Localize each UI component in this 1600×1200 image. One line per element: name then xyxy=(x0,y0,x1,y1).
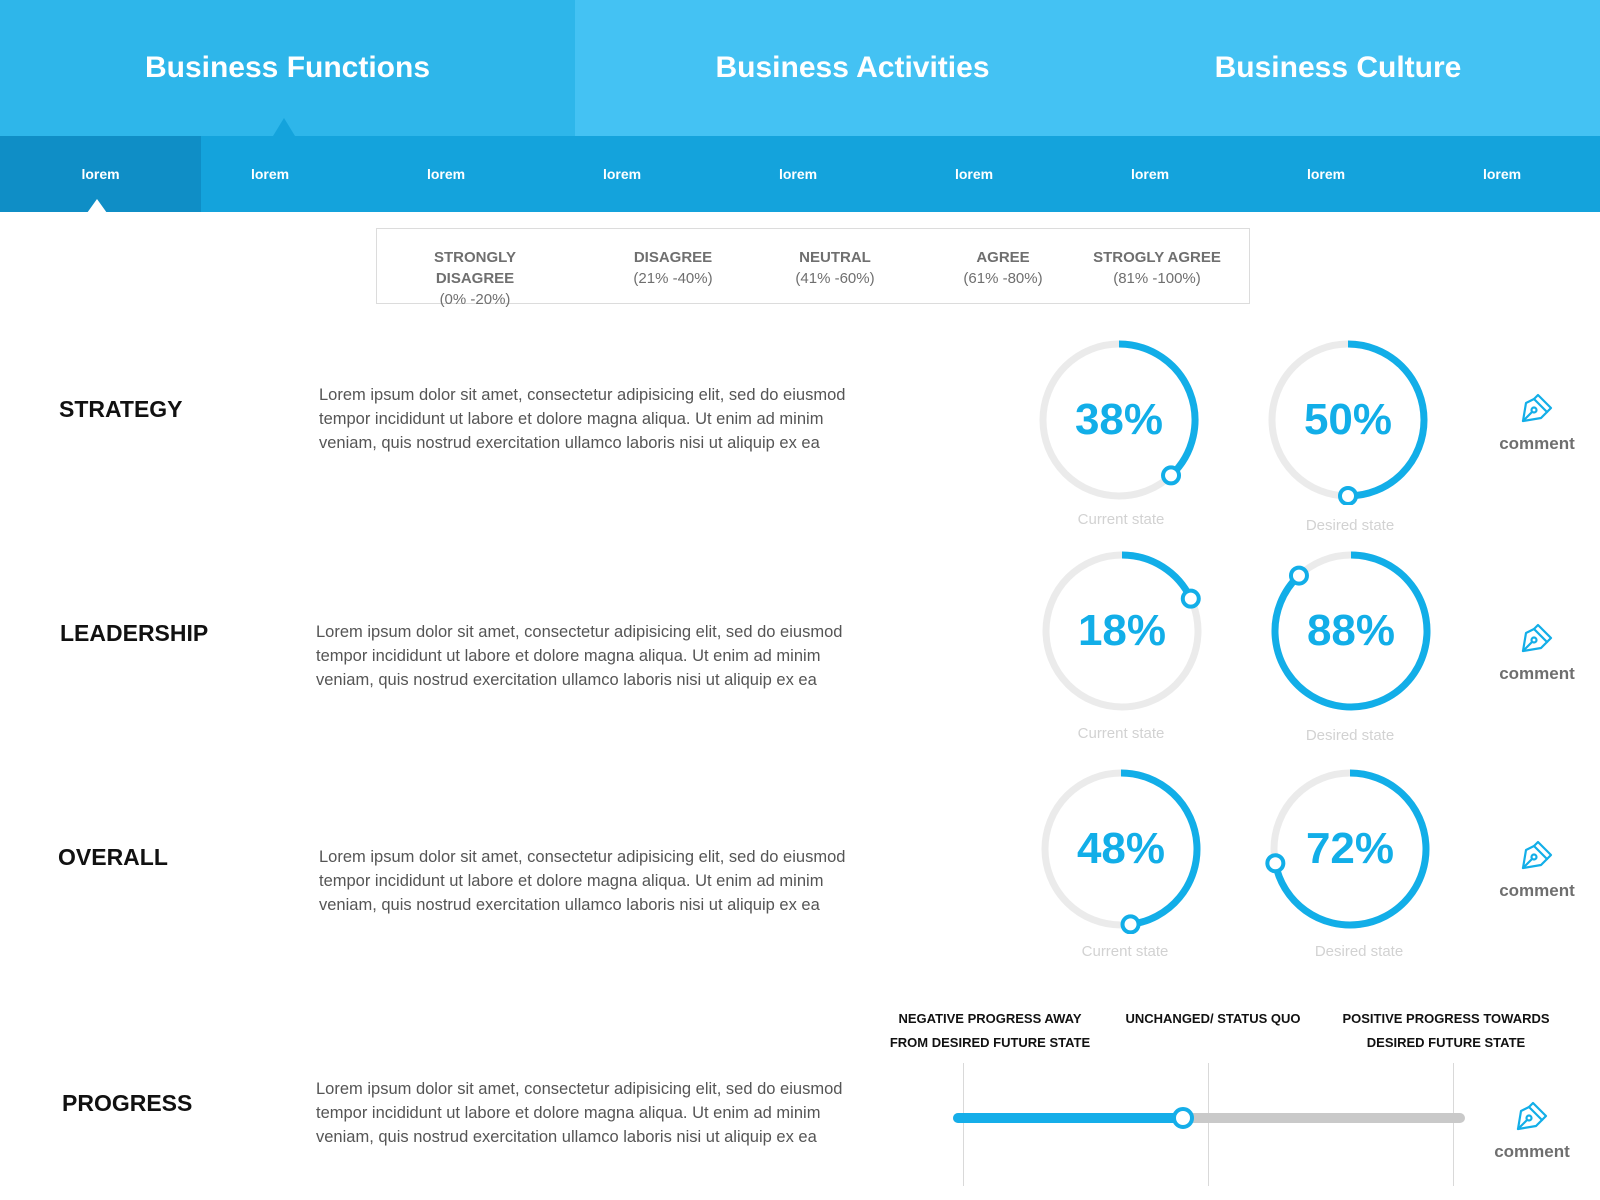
legend-range: (21% -40%) xyxy=(633,270,713,287)
gauge-overall-desired: 72% xyxy=(1265,764,1435,934)
gauge-caption: Current state xyxy=(1077,725,1165,742)
legend-label: DISAGREE xyxy=(633,249,713,266)
active-tab-indicator xyxy=(273,118,295,136)
legend-label: STRONGLY DISAGREE xyxy=(434,249,516,287)
gauge-value: 48% xyxy=(1076,824,1166,873)
comment-label: comment xyxy=(1499,664,1575,683)
pen-nib-icon xyxy=(1521,623,1553,653)
tab-business-culture[interactable]: Business Culture xyxy=(1130,0,1546,136)
pen-nib-icon xyxy=(1521,840,1553,870)
gauge-strategy-desired: 50% xyxy=(1263,335,1433,505)
progress-header-line: DESIRED FUTURE STATE xyxy=(1366,1035,1526,1050)
legend-disagree: DISAGREE (21% -40%) xyxy=(593,247,753,289)
legend-label: AGREE xyxy=(976,249,1030,266)
progress-divider xyxy=(1208,1063,1209,1186)
progress-slider-handle[interactable] xyxy=(1172,1107,1194,1129)
gauge-value: 72% xyxy=(1305,824,1395,873)
progress-header-line: FROM DESIRED FUTURE STATE xyxy=(889,1035,1091,1050)
row-description: Lorem ipsum dolor sit amet, consectetur … xyxy=(316,1080,843,1146)
active-sub-tab-indicator xyxy=(87,199,107,213)
legend-range: (81% -100%) xyxy=(1113,270,1201,287)
gauge-value: 18% xyxy=(1077,606,1167,655)
legend-label: NEUTRAL xyxy=(799,249,871,266)
row-label-progress: PROGRESS xyxy=(62,1090,193,1116)
gauge-leadership-desired: 88% xyxy=(1266,546,1436,716)
comment-label: comment xyxy=(1499,881,1575,900)
comment-button-strategy[interactable]: comment xyxy=(1487,390,1587,454)
row-description: Lorem ipsum dolor sit amet, consectetur … xyxy=(319,848,846,914)
progress-header-positive: POSITIVE PROGRESS TOWARDS DESIRED FUTURE… xyxy=(1331,1007,1561,1055)
row-label-leadership: LEADERSHIP xyxy=(60,620,209,646)
progress-header-line: POSITIVE PROGRESS TOWARDS xyxy=(1342,1011,1550,1026)
sub-tab-9[interactable]: lorem xyxy=(1414,136,1590,212)
sub-tab-3[interactable]: lorem xyxy=(358,136,534,212)
progress-header-line: NEGATIVE PROGRESS AWAY xyxy=(898,1011,1082,1026)
gauge-leadership-current: 18% xyxy=(1037,546,1207,716)
row-description: Lorem ipsum dolor sit amet, consectetur … xyxy=(316,623,843,689)
gauge-value: 88% xyxy=(1306,606,1396,655)
comment-label: comment xyxy=(1494,1142,1570,1161)
gauge-caption: Desired state xyxy=(1314,943,1404,960)
pen-nib-icon xyxy=(1521,393,1553,423)
legend-range: (61% -80%) xyxy=(963,270,1043,287)
row-label-overall: OVERALL xyxy=(58,844,168,870)
row-label-strategy: STRATEGY xyxy=(59,396,183,422)
sub-tab-bar: lorem lorem lorem lorem lorem lorem lore… xyxy=(0,136,1600,212)
sub-tab-2[interactable]: lorem xyxy=(182,136,358,212)
comment-button-leadership[interactable]: comment xyxy=(1487,620,1587,684)
gauge-strategy-current: 38% xyxy=(1034,335,1204,505)
gauge-caption: Desired state xyxy=(1305,517,1395,534)
sub-tab-8[interactable]: lorem xyxy=(1238,136,1414,212)
pen-nib-icon xyxy=(1516,1101,1548,1131)
legend-strongly-agree: STROGLY AGREE (81% -100%) xyxy=(1077,247,1237,289)
legend-range: (0% -20%) xyxy=(439,291,511,308)
gauge-value: 38% xyxy=(1074,395,1164,444)
row-description: Lorem ipsum dolor sit amet, consectetur … xyxy=(319,386,846,452)
progress-divider xyxy=(1453,1063,1454,1186)
gauge-caption: Desired state xyxy=(1305,727,1395,744)
sub-tab-7[interactable]: lorem xyxy=(1062,136,1238,212)
tab-business-activities[interactable]: Business Activities xyxy=(575,0,1130,136)
legend-strongly-disagree: STRONGLY DISAGREE (0% -20%) xyxy=(395,247,555,310)
top-tab-bar: Business Functions Business Activities B… xyxy=(0,0,1600,136)
legend-label: STROGLY AGREE xyxy=(1093,249,1221,266)
gauge-caption: Current state xyxy=(1081,943,1169,960)
progress-header-unchanged: UNCHANGED/ STATUS QUO xyxy=(1108,1007,1318,1031)
tab-business-functions[interactable]: Business Functions xyxy=(0,0,575,136)
progress-fill xyxy=(953,1113,1183,1123)
sub-tab-5[interactable]: lorem xyxy=(710,136,886,212)
gauge-caption: Current state xyxy=(1077,511,1165,528)
progress-header-negative: NEGATIVE PROGRESS AWAY FROM DESIRED FUTU… xyxy=(877,1007,1103,1055)
progress-divider xyxy=(963,1063,964,1186)
comment-label: comment xyxy=(1499,434,1575,453)
scale-legend: STRONGLY DISAGREE (0% -20%) DISAGREE (21… xyxy=(376,228,1250,308)
legend-range: (41% -60%) xyxy=(795,270,875,287)
comment-button-progress[interactable]: comment xyxy=(1482,1098,1582,1162)
sub-tab-4[interactable]: lorem xyxy=(534,136,710,212)
sub-tab-6[interactable]: lorem xyxy=(886,136,1062,212)
gauge-overall-current: 48% xyxy=(1036,764,1206,934)
progress-header-line: UNCHANGED/ STATUS QUO xyxy=(1125,1011,1301,1026)
legend-neutral: NEUTRAL (41% -60%) xyxy=(755,247,915,289)
comment-button-overall[interactable]: comment xyxy=(1487,837,1587,901)
legend-agree: AGREE (61% -80%) xyxy=(923,247,1083,289)
gauge-value: 50% xyxy=(1303,395,1393,444)
